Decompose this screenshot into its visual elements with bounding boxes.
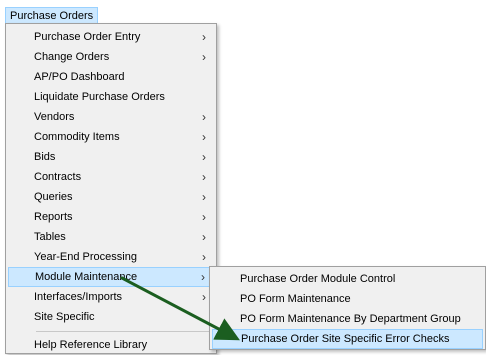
chevron-right-icon: › — [202, 170, 206, 184]
module-maintenance-submenu: Purchase Order Module Control PO Form Ma… — [209, 266, 486, 350]
menu-item-reports[interactable]: Reports › — [8, 207, 214, 227]
menu-item-commodity-items[interactable]: Commodity Items › — [8, 127, 214, 147]
menu-item-label: Help Reference Library — [34, 339, 148, 351]
menu-item-label: Purchase Order Module Control — [240, 273, 396, 285]
menu-item-label: Commodity Items — [34, 131, 120, 143]
chevron-right-icon: › — [202, 130, 206, 144]
menu-item-label: Change Orders — [34, 51, 110, 63]
chevron-right-icon: › — [202, 290, 206, 304]
chevron-right-icon: › — [201, 270, 205, 284]
menu-item-label: Year-End Processing — [34, 251, 137, 263]
submenu-item-po-form-maintenance[interactable]: PO Form Maintenance — [212, 289, 483, 309]
menu-item-label: PO Form Maintenance — [240, 293, 351, 305]
chevron-right-icon: › — [202, 210, 206, 224]
menu-item-help-reference-library[interactable]: Help Reference Library — [8, 335, 214, 355]
submenu-item-purchase-order-site-specific-error-checks[interactable]: Purchase Order Site Specific Error Check… — [212, 329, 483, 349]
menu-item-queries[interactable]: Queries › — [8, 187, 214, 207]
chevron-right-icon: › — [202, 110, 206, 124]
menu-item-contracts[interactable]: Contracts › — [8, 167, 214, 187]
menu-item-change-orders[interactable]: Change Orders › — [8, 47, 214, 67]
menu-item-label: Contracts — [34, 171, 82, 183]
menu-item-label: Interfaces/Imports — [34, 291, 123, 303]
menu-item-label: Site Specific — [34, 311, 95, 323]
menu-item-label: Module Maintenance — [35, 271, 138, 283]
purchase-orders-dropdown: Purchase Order Entry › Change Orders › A… — [5, 23, 217, 354]
menu-item-year-end-processing[interactable]: Year-End Processing › — [8, 247, 214, 267]
menu-item-label: Purchase Order Site Specific Error Check… — [241, 333, 450, 345]
menu-item-label: Tables — [34, 231, 66, 243]
menu-item-tables[interactable]: Tables › — [8, 227, 214, 247]
menu-item-purchase-order-entry[interactable]: Purchase Order Entry › — [8, 27, 214, 47]
menu-item-liquidate-purchase-orders[interactable]: Liquidate Purchase Orders — [8, 87, 214, 107]
menu-separator — [36, 331, 212, 332]
chevron-right-icon: › — [202, 230, 206, 244]
menu-item-bids[interactable]: Bids › — [8, 147, 214, 167]
submenu-item-purchase-order-module-control[interactable]: Purchase Order Module Control — [212, 269, 483, 289]
submenu-item-po-form-maintenance-by-department-group[interactable]: PO Form Maintenance By Department Group — [212, 309, 483, 329]
menu-item-label: PO Form Maintenance By Department Group — [240, 313, 461, 325]
menu-item-module-maintenance[interactable]: Module Maintenance › — [8, 267, 214, 287]
chevron-right-icon: › — [202, 250, 206, 264]
menu-item-site-specific[interactable]: Site Specific — [8, 307, 214, 327]
menu-item-label: Purchase Order Entry — [34, 31, 141, 43]
menu-item-label: Liquidate Purchase Orders — [34, 91, 165, 103]
menu-item-vendors[interactable]: Vendors › — [8, 107, 214, 127]
menu-item-ap-po-dashboard[interactable]: AP/PO Dashboard — [8, 67, 214, 87]
menu-item-label: Queries — [34, 191, 73, 203]
menu-item-label: Reports — [34, 211, 73, 223]
menu-purchase-orders[interactable]: Purchase Orders — [5, 7, 99, 24]
menu-item-label: AP/PO Dashboard — [34, 71, 125, 83]
chevron-right-icon: › — [202, 190, 206, 204]
menu-item-label: Bids — [34, 151, 56, 163]
chevron-right-icon: › — [202, 30, 206, 44]
menu-bar: Purchase Orders — [0, 0, 486, 24]
chevron-right-icon: › — [202, 150, 206, 164]
menu-item-interfaces-imports[interactable]: Interfaces/Imports › — [8, 287, 214, 307]
chevron-right-icon: › — [202, 50, 206, 64]
menu-item-label: Vendors — [34, 111, 75, 123]
